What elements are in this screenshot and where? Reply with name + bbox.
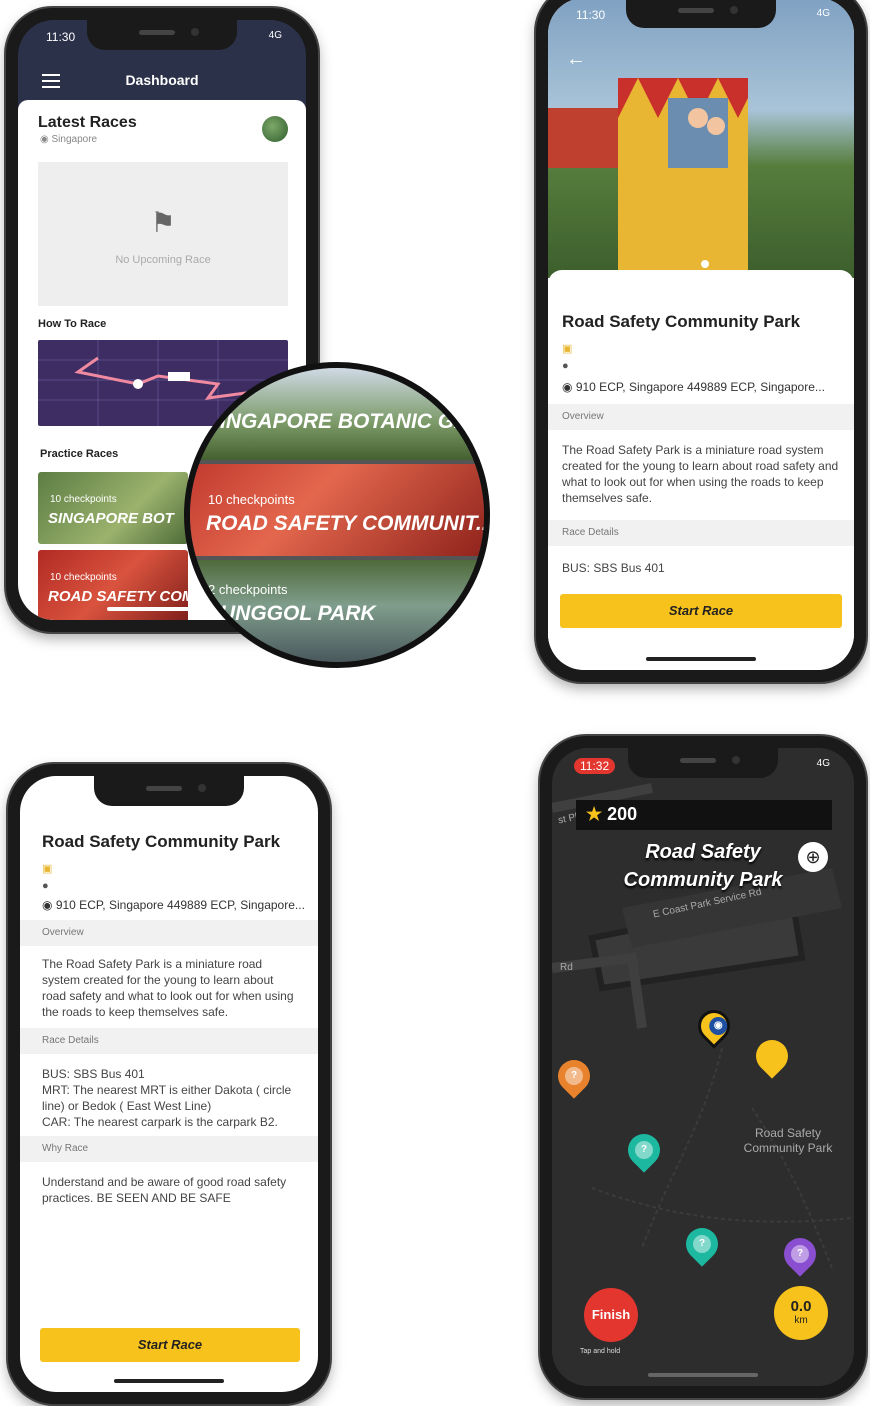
practice-races-heading: Practice Races (40, 448, 119, 460)
park-illustration (548, 78, 748, 278)
notch (94, 776, 244, 806)
notch (626, 0, 776, 28)
checkered-flag-icon: ⚑ (150, 207, 176, 238)
race-map-phone: 11:32 4G E Coast Park Service Rd st Pkwy… (540, 736, 866, 1398)
clock-icon: ● (562, 360, 569, 372)
race-card[interactable]: SINGAPORE BOTANIC GA (190, 368, 484, 460)
calendar-icon: ▣ (42, 863, 53, 875)
race-name: SINGAPORE BOT (48, 510, 174, 527)
score-bar: ★ 200 (576, 800, 832, 830)
park-title: Road Safety Community Park (562, 312, 801, 331)
race-detail-full-screen: Road Safety Community Park ▣ ● ◉ 910 ECP… (20, 776, 318, 1392)
start-race-button[interactable]: Start Race (40, 1328, 300, 1362)
carousel-dot[interactable] (701, 260, 709, 268)
race-card[interactable]: 10 checkpoints ROAD SAFETY COMMUNIT... (190, 464, 484, 556)
race-detail-phone: 11:30 4G ← Road Safety Community Park ▣ … (536, 0, 866, 682)
race-details-label: Race Details (548, 520, 854, 546)
detail-card: Road Safety Community Park ▣ ● ◉ 910 ECP… (548, 270, 854, 670)
signal-label: 4G (816, 758, 830, 769)
road-label: Rd (560, 962, 573, 973)
race-detail-screen: 11:30 4G ← Road Safety Community Park ▣ … (548, 0, 854, 670)
distance-value: 0.0 (790, 1298, 812, 1315)
checkpoint-count: 10 checkpoints (50, 494, 117, 505)
page-title: Dashboard (125, 72, 199, 88)
notch (87, 20, 237, 50)
address: ◉ 910 ECP, Singapore 449889 ECP, Singapo… (42, 898, 305, 912)
calendar-icon: ▣ (562, 343, 573, 355)
avatar[interactable] (262, 116, 288, 142)
park-map-label: Road Safety Community Park (743, 1126, 833, 1155)
address-text: 910 ECP, Singapore 449889 ECP, Singapore… (55, 898, 305, 912)
status-time: 11:32 (574, 758, 616, 774)
race-details-text: BUS: SBS Bus 401 MRT: The nearest MRT is… (42, 1067, 292, 1129)
race-card[interactable]: 2 checkpoints PUNGGOL PARK (190, 560, 484, 662)
race-map-screen: 11:32 4G E Coast Park Service Rd st Pkwy… (552, 748, 854, 1386)
clock-icon: ● (42, 880, 49, 892)
crosshair-icon[interactable]: ⊕ (798, 842, 828, 872)
start-race-button[interactable]: Start Race (560, 594, 842, 628)
no-upcoming-text: No Upcoming Race (115, 254, 211, 266)
park-photo (548, 0, 854, 278)
star-icon: ★ (586, 804, 603, 824)
signal-label: 4G (816, 8, 830, 19)
home-indicator (114, 1379, 224, 1383)
distance-badge: 0.0 km (774, 1286, 828, 1340)
map-pin-icon: ◉ (42, 898, 53, 912)
latest-races-heading: Latest Races (38, 114, 137, 131)
finish-button[interactable]: Finish (584, 1288, 638, 1342)
race-name: ROAD SAFETY COMMUNIT... (206, 512, 490, 535)
race-name: PUNGGOL PARK (206, 602, 376, 625)
address: ◉ 910 ECP, Singapore 449889 ECP, Singapo… (562, 380, 825, 394)
map-pin-icon: ◉ (40, 134, 49, 145)
overview-label: Overview (548, 404, 854, 430)
how-to-race-heading: How To Race (38, 318, 107, 330)
notch (628, 748, 778, 778)
back-arrow-icon[interactable]: ← (566, 48, 586, 71)
map-pin-icon: ◉ (562, 380, 573, 394)
overview-label: Overview (20, 920, 318, 946)
home-indicator (648, 1373, 758, 1377)
distance-unit: km (794, 1315, 808, 1326)
race-detail-full-phone: Road Safety Community Park ▣ ● ◉ 910 ECP… (8, 764, 330, 1404)
tap-hold-hint: Tap and hold (580, 1348, 621, 1355)
park-title: Road Safety Community Park (42, 832, 281, 851)
checkpoint-count: 10 checkpoints (50, 572, 117, 583)
race-name: SINGAPORE BOTANIC GA (206, 410, 470, 433)
status-time: 11:30 (46, 30, 76, 44)
race-name: ROAD SAFETY COM (48, 588, 188, 605)
score-value: 200 (607, 804, 638, 824)
signal-label: 4G (268, 30, 282, 41)
overview-text: The Road Safety Park is a miniature road… (42, 957, 294, 1019)
address-text: 910 ECP, Singapore 449889 ECP, Singapore… (575, 380, 825, 394)
magnifier-callout: SINGAPORE BOTANIC GA 10 checkpoints ROAD… (184, 362, 490, 668)
checkpoint-count: 10 checkpoints (208, 492, 295, 507)
location-text: Singapore (51, 134, 98, 145)
home-indicator (646, 657, 756, 661)
checkpoint-count: 2 checkpoints (208, 582, 288, 597)
overview-text: The Road Safety Park is a miniature road… (562, 443, 839, 505)
location-label: ◉ Singapore (40, 134, 97, 145)
why-race-label: Why Race (20, 1136, 318, 1162)
race-details-label: Race Details (20, 1028, 318, 1054)
why-race-text: Understand and be aware of good road saf… (42, 1175, 287, 1205)
status-time: 11:30 (576, 8, 606, 22)
race-card[interactable]: 10 checkpoints SINGAPORE BOT (38, 472, 188, 544)
race-details-text: BUS: SBS Bus 401 (562, 561, 665, 575)
upcoming-race-placeholder: ⚑ No Upcoming Race (38, 162, 288, 306)
